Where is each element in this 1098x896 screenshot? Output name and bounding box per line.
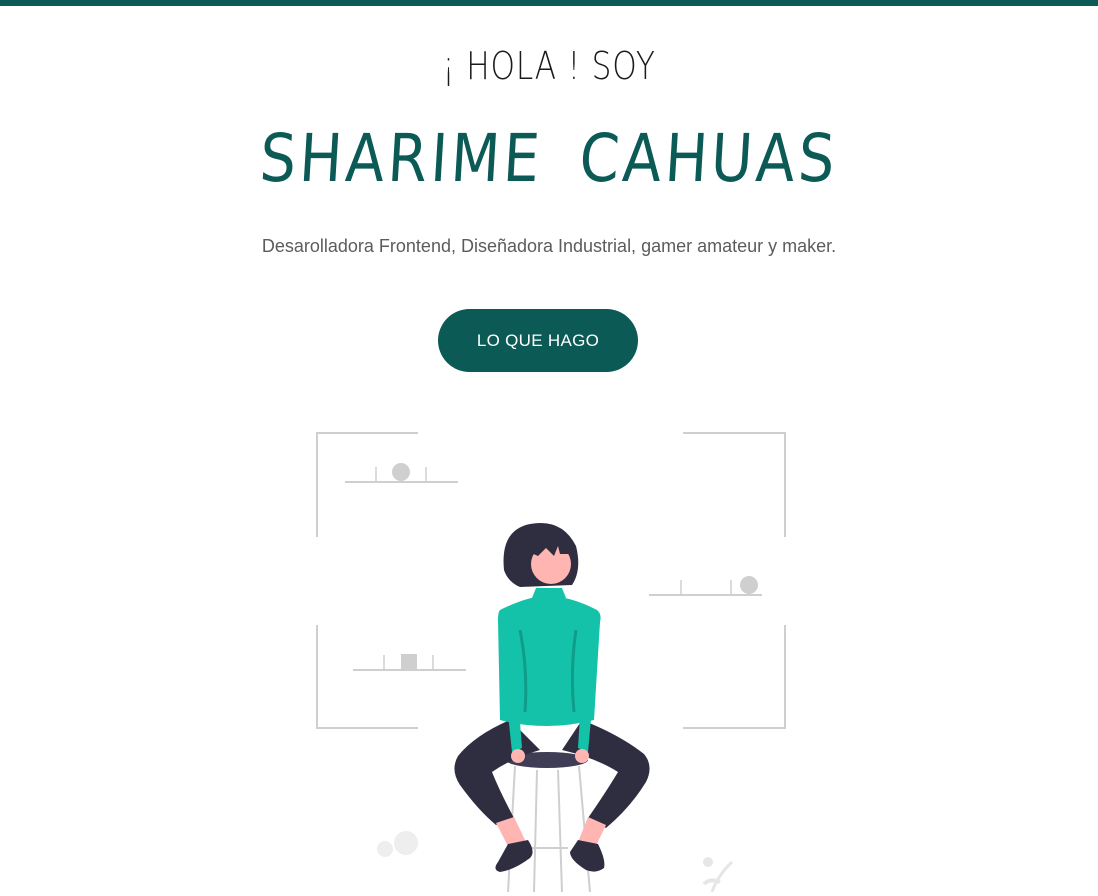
hero-tagline: Desarolladora Frontend, Diseñadora Indus… [261,236,837,256]
floor-decorations [377,831,734,893]
shelf-right [649,576,762,596]
shoes [495,840,605,872]
head [503,522,579,587]
illustration-svg [316,432,786,893]
woman-on-stool-illustration [300,420,800,893]
shelf-bottom-left [353,654,466,671]
stool [506,752,591,893]
shelf-top-left [345,463,458,483]
hero-name-title: SHARIME CAHUAS [257,120,841,197]
hero-greeting: ¡ HOLA ! SOY [442,44,656,88]
pants [454,720,650,828]
hero-section: ¡ HOLA ! SOY SHARIME CAHUAS Desarollador… [0,0,1098,893]
what-i-do-button[interactable]: LO QUE HAGO [438,309,638,372]
